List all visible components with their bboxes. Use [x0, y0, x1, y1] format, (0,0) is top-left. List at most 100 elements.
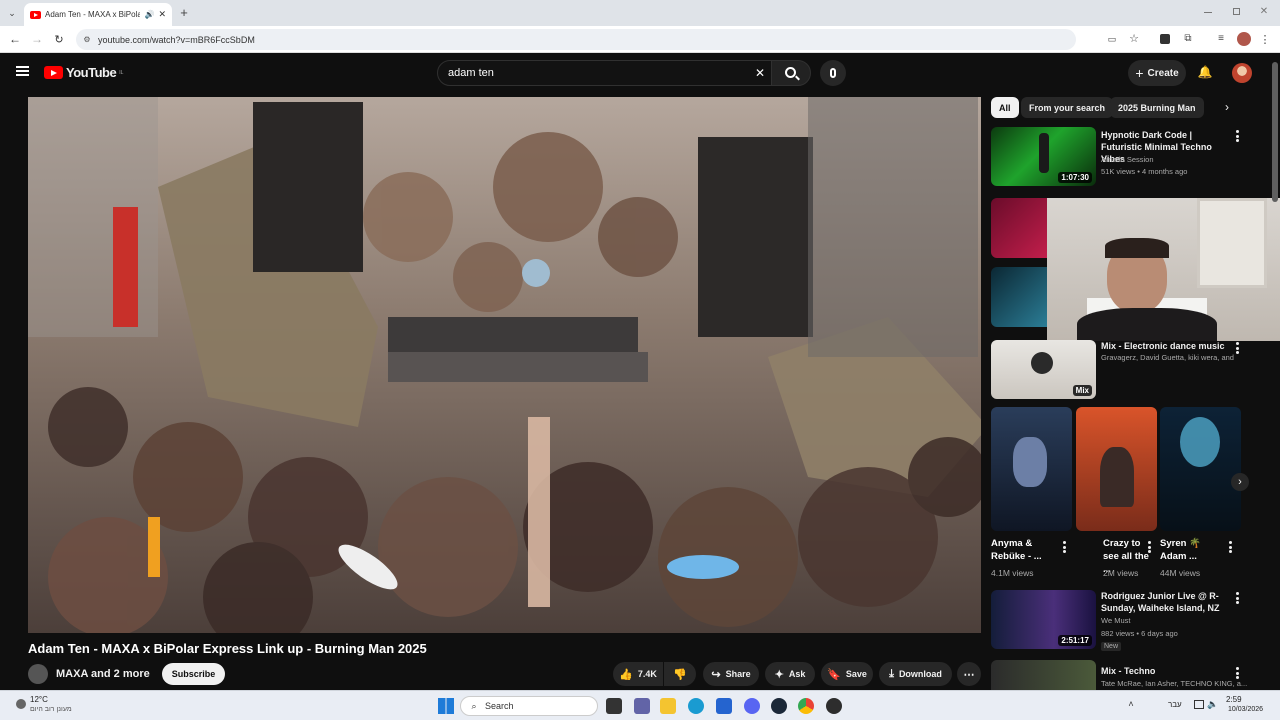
input-language[interactable]: עבר	[1168, 700, 1182, 709]
close-window-icon[interactable]: ✕	[1258, 5, 1270, 17]
rec-title-2[interactable]: Mix - Electronic dance music	[1101, 340, 1231, 352]
bookmark-icon: 🔖	[827, 668, 841, 681]
chip-from-your-search[interactable]: From your search	[1021, 97, 1114, 118]
tray-chevron-icon[interactable]: ˄	[1126, 699, 1136, 709]
chip-burning-man[interactable]: 2025 Burning Man	[1110, 97, 1204, 118]
windows-start-icon[interactable]	[438, 698, 454, 714]
short-thumbnail-1[interactable]	[991, 407, 1072, 531]
rec-menu-icon[interactable]	[1233, 666, 1241, 680]
forward-icon[interactable]: →	[30, 32, 44, 46]
notifications-bell-icon[interactable]: 🔔	[1198, 65, 1213, 79]
address-bar-row: ← → ↻ ⚙ youtube.com/watch?v=mBR6FccSbDM …	[0, 26, 1280, 53]
url-field[interactable]: ⚙ youtube.com/watch?v=mBR6FccSbDM ▭ ☆	[76, 29, 1139, 50]
rec-thumbnail-2[interactable]: Mix	[991, 340, 1096, 399]
short-views-3: 44M views	[1160, 568, 1201, 578]
more-actions-button[interactable]: ⋯	[957, 662, 981, 686]
share-button[interactable]: ↪ Share	[703, 662, 759, 686]
search-input[interactable]: adam ten ✕	[437, 60, 772, 86]
file-explorer-icon[interactable]	[660, 698, 676, 714]
rec-menu-icon[interactable]	[1233, 129, 1241, 143]
chip-all[interactable]: All	[991, 97, 1019, 118]
create-label: Create	[1147, 67, 1179, 79]
channel-avatar[interactable]	[28, 664, 48, 684]
short-menu-icon[interactable]	[1226, 540, 1234, 554]
rec-title-3[interactable]: Rodriguez Junior Live @ R-Sunday, Waihek…	[1101, 590, 1226, 614]
rec-menu-icon[interactable]	[1233, 341, 1241, 355]
like-button[interactable]: 👍 7.4K	[613, 662, 663, 686]
download-button[interactable]: ⤓ Download	[879, 662, 952, 686]
short-title-3[interactable]: Syren 🌴 Adam ...	[1160, 537, 1215, 563]
dislike-button[interactable]: 👎	[664, 662, 696, 686]
network-icon[interactable]	[1194, 700, 1204, 709]
short-menu-icon[interactable]	[1060, 540, 1068, 554]
rec-title-4[interactable]: Mix - Techno	[1101, 665, 1226, 677]
weather-icon[interactable]	[16, 699, 26, 709]
task-view-icon[interactable]	[606, 698, 622, 714]
rec-channel-3[interactable]: We Must	[1101, 615, 1130, 627]
account-avatar[interactable]	[1232, 63, 1252, 83]
browser-tab[interactable]: Adam Ten - MAXA x BiPolar 🔊 ✕	[24, 3, 172, 26]
taskbar-search[interactable]: ⌕ Search	[460, 696, 598, 716]
media-control-icon[interactable]: ≡	[1215, 32, 1227, 44]
teams-icon[interactable]	[634, 698, 650, 714]
browser-tab-strip: ⌄ Adam Ten - MAXA x BiPolar 🔊 ✕ + ✕	[0, 0, 1280, 26]
rec-thumbnail-4[interactable]	[991, 660, 1096, 690]
rec-menu-icon[interactable]	[1233, 591, 1241, 605]
duration-badge: 2:51:17	[1058, 635, 1092, 646]
maximize-icon[interactable]	[1233, 8, 1240, 15]
page-scrollbar[interactable]	[1272, 62, 1278, 202]
short-thumbnail-3[interactable]	[1160, 407, 1241, 531]
thumbs-up-icon: 👍	[619, 668, 633, 681]
tab-search-icon[interactable]: ⌄	[6, 7, 18, 19]
rec-thumbnail-3[interactable]: 2:51:17	[991, 590, 1096, 649]
bookmark-star-icon[interactable]: ☆	[1128, 32, 1140, 45]
save-button[interactable]: 🔖 Save	[821, 662, 873, 686]
shorts-next-arrow-icon[interactable]: ›	[1231, 473, 1249, 491]
short-views-1: 4.1M views	[991, 568, 1034, 578]
rec-thumbnail-1[interactable]: 1:07:30	[991, 127, 1096, 186]
site-info-icon[interactable]: ⚙	[82, 34, 92, 44]
short-menu-icon[interactable]	[1145, 540, 1153, 554]
extension-icon[interactable]	[1160, 34, 1170, 44]
rec-channel-4: Tate McRae, Ian Asher, TECHNO KING, a...	[1101, 679, 1248, 688]
create-button[interactable]: + Create	[1128, 60, 1186, 86]
discord-icon[interactable]	[744, 698, 760, 714]
video-player[interactable]	[28, 97, 981, 633]
subscribe-button[interactable]: Subscribe	[161, 663, 226, 685]
new-tab-icon[interactable]: +	[177, 5, 191, 20]
youtube-logo[interactable]: YouTube IL	[44, 65, 123, 80]
chrome-menu-icon[interactable]: ⋮	[1260, 32, 1271, 46]
chips-next-chevron-icon[interactable]: ›	[1220, 100, 1234, 114]
store-icon[interactable]	[716, 698, 732, 714]
clock-date[interactable]: 10/03/2026	[1228, 706, 1263, 713]
edge-icon[interactable]	[688, 698, 704, 714]
volume-icon[interactable]: 🔈	[1207, 699, 1218, 709]
voice-search-button[interactable]	[820, 60, 846, 86]
channel-name[interactable]: MAXA and 2 more	[56, 668, 150, 680]
app-icon[interactable]	[826, 698, 842, 714]
tab-close-icon[interactable]: ✕	[158, 9, 166, 20]
short-thumbnail-2[interactable]	[1076, 407, 1157, 531]
speaker-icon[interactable]: 🔊	[144, 10, 154, 19]
search-button[interactable]	[771, 60, 811, 86]
rec-channel-1[interactable]: Amoda Session	[1101, 154, 1154, 166]
hamburger-menu-icon[interactable]	[16, 66, 29, 76]
microphone-icon	[830, 68, 836, 78]
short-title-1[interactable]: Anyma & Rebüke - ...	[991, 537, 1046, 563]
minimize-icon[interactable]	[1204, 12, 1212, 13]
short-views-2: 2M views	[1103, 568, 1139, 578]
steam-icon[interactable]	[771, 698, 787, 714]
extensions-puzzle-icon[interactable]: ⧉	[1182, 32, 1194, 44]
youtube-play-logo-icon	[44, 66, 63, 79]
rec-thumbnail-hidden-1[interactable]	[991, 198, 1047, 258]
ask-button[interactable]: ✦ Ask	[765, 662, 815, 686]
cast-icon[interactable]: ▭	[1106, 33, 1118, 45]
chrome-icon[interactable]	[798, 698, 814, 714]
rec-thumbnail-hidden-2[interactable]	[991, 267, 1047, 327]
clear-search-icon[interactable]: ✕	[754, 66, 766, 80]
back-icon[interactable]: ←	[8, 32, 22, 46]
new-badge: New	[1101, 642, 1122, 651]
clock-time[interactable]: 2:59	[1226, 695, 1242, 704]
profile-avatar[interactable]	[1237, 32, 1251, 46]
reload-icon[interactable]: ↻	[52, 32, 66, 46]
